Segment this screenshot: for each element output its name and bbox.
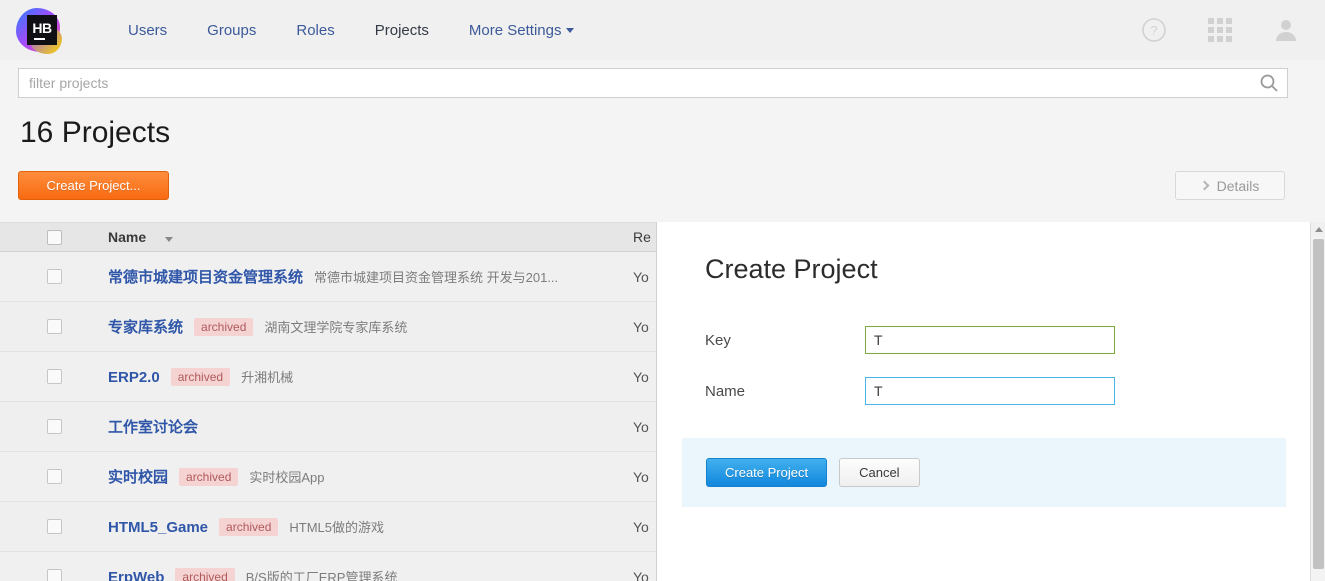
- key-input[interactable]: [865, 326, 1115, 354]
- nav-link-projects[interactable]: Projects: [355, 22, 449, 39]
- nav-link-users-label: Users: [128, 21, 168, 39]
- filter-bar: [18, 68, 1288, 98]
- row-checkbox[interactable]: [46, 419, 62, 434]
- search-input[interactable]: [19, 70, 1251, 96]
- details-button[interactable]: Details: [1175, 171, 1285, 200]
- chevron-right-icon: [1199, 180, 1210, 191]
- row-select-cell: [0, 469, 108, 484]
- user-avatar-icon[interactable]: [1271, 15, 1301, 45]
- status-badge: archived: [179, 468, 239, 486]
- create-project-button[interactable]: Create Project...: [18, 171, 169, 200]
- dialog-title: Create Project: [705, 254, 878, 284]
- dialog-cancel-label: Cancel: [859, 465, 900, 480]
- hub-projects-page: HB Users Groups Roles Projects More Sett…: [0, 0, 1325, 581]
- nav-link-groups-label: Groups: [207, 21, 257, 39]
- row-select-cell: [0, 319, 108, 334]
- status-badge: archived: [170, 367, 231, 386]
- hub-logo[interactable]: HB: [16, 6, 68, 54]
- row-checkbox[interactable]: [46, 469, 62, 484]
- chevron-down-icon: [566, 28, 575, 34]
- nav-link-more-settings-label: More Settings: [468, 21, 562, 39]
- nav-icon-group: ?: [1139, 0, 1301, 60]
- project-name-link[interactable]: 常德市城建项目资金管理系统: [108, 266, 303, 287]
- nav-link-roles-label: Roles: [296, 21, 335, 39]
- logo-underscore: [34, 37, 45, 40]
- header-name-label: Name: [108, 229, 147, 245]
- row-name-cell: HTML5_Game archived HTML5做的游戏: [108, 517, 633, 537]
- dialog-cancel-button[interactable]: Cancel: [839, 458, 920, 487]
- status-badge: archived: [219, 517, 279, 536]
- nav-links: Users Groups Roles Projects More Setting…: [108, 22, 594, 39]
- vertical-scrollbar[interactable]: [1310, 222, 1325, 581]
- key-field-label: Key: [705, 331, 731, 349]
- logo-square: HB: [27, 15, 57, 45]
- dialog-footer: Create Project Cancel: [682, 438, 1286, 507]
- row-name-cell: ERP2.0 archived 升湘机械: [108, 367, 633, 387]
- row-checkbox[interactable]: [46, 569, 62, 581]
- sort-descending-icon: [165, 237, 174, 242]
- search-icon[interactable]: [1251, 69, 1287, 97]
- nav-link-more-settings[interactable]: More Settings: [449, 22, 595, 39]
- project-description: B/S版的工厂ERP管理系统: [245, 569, 398, 581]
- nav-link-roles[interactable]: Roles: [276, 22, 354, 39]
- nav-link-groups[interactable]: Groups: [187, 22, 276, 39]
- dialog-create-project-button[interactable]: Create Project: [706, 458, 828, 487]
- row-checkbox[interactable]: [46, 369, 62, 384]
- row-name-cell: 实时校园 archived 实时校园App: [108, 466, 633, 487]
- header-name-cell[interactable]: Name: [108, 229, 633, 245]
- nav-link-projects-label: Projects: [374, 21, 429, 39]
- logo-text: HB: [32, 19, 52, 36]
- project-name-link[interactable]: 工作室讨论会: [108, 416, 198, 437]
- select-all-checkbox[interactable]: [46, 229, 62, 245]
- row-name-cell: 常德市城建项目资金管理系统 常德市城建项目资金管理系统 开发与201...: [108, 266, 633, 287]
- project-name-link[interactable]: 实时校园: [108, 466, 168, 487]
- scrollbar-thumb[interactable]: [1313, 239, 1324, 569]
- row-name-cell: 专家库系统 archived 湖南文理学院专家库系统: [108, 316, 633, 337]
- name-input[interactable]: [865, 377, 1115, 405]
- row-name-cell: 工作室讨论会: [108, 416, 633, 437]
- status-badge: archived: [175, 567, 235, 581]
- help-icon[interactable]: ?: [1139, 15, 1169, 45]
- status-badge: archived: [194, 318, 254, 336]
- row-select-cell: [0, 419, 108, 434]
- name-field-row: Name: [705, 377, 1115, 405]
- project-name-link[interactable]: HTML5_Game: [108, 519, 208, 536]
- details-button-label: Details: [1216, 177, 1260, 194]
- row-checkbox[interactable]: [46, 319, 62, 334]
- project-name-link[interactable]: 专家库系统: [108, 316, 183, 337]
- project-description: 实时校园App: [249, 470, 325, 485]
- project-description: 常德市城建项目资金管理系统 开发与201...: [314, 270, 559, 285]
- create-project-dialog: Create Project Key Name Create Project C…: [656, 222, 1311, 581]
- row-select-cell: [0, 519, 108, 534]
- scroll-up-arrow-icon[interactable]: [1311, 222, 1325, 237]
- project-description: 湖南文理学院专家库系统: [264, 320, 408, 335]
- project-description: HTML5做的游戏: [289, 519, 385, 535]
- app-switcher-icon[interactable]: [1205, 15, 1235, 45]
- row-select-cell: [0, 569, 108, 581]
- top-navigation-bar: HB Users Groups Roles Projects More Sett…: [0, 0, 1325, 60]
- key-field-row: Key: [705, 326, 1115, 354]
- dialog-create-project-label: Create Project: [725, 465, 809, 480]
- row-checkbox[interactable]: [46, 269, 62, 284]
- select-all-cell: [0, 229, 108, 245]
- create-project-button-label: Create Project...: [46, 178, 141, 193]
- row-name-cell: ErpWeb archived B/S版的工厂ERP管理系统: [108, 567, 633, 581]
- row-select-cell: [0, 369, 108, 384]
- page-title: 16 Projects: [20, 116, 171, 149]
- project-name-link[interactable]: ErpWeb: [108, 569, 164, 581]
- project-description: 升湘机械: [241, 369, 294, 385]
- row-select-cell: [0, 269, 108, 284]
- grid-glyph: [1208, 18, 1232, 42]
- project-name-link[interactable]: ERP2.0: [108, 369, 160, 386]
- name-field-label: Name: [705, 382, 746, 400]
- row-checkbox[interactable]: [46, 519, 62, 534]
- nav-link-users[interactable]: Users: [108, 22, 187, 39]
- svg-text:?: ?: [1150, 23, 1157, 38]
